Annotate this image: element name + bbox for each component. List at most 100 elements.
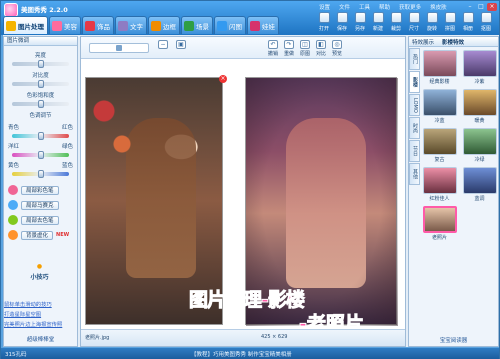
image-processing-icon — [6, 20, 16, 31]
save-button[interactable]: 保存 — [333, 12, 351, 34]
effect-blue-tone[interactable]: 蓝调 — [461, 167, 498, 202]
local-color-pen-button[interactable]: 局部彩色笔 — [8, 185, 73, 195]
effect-cool-blue[interactable]: 冷蓝 — [421, 89, 458, 124]
menu-help[interactable]: 帮助 — [379, 3, 390, 11]
tab-image-processing[interactable]: 图片处理 — [3, 16, 48, 34]
cutout-icon — [480, 12, 492, 23]
resize-button[interactable]: 尺寸 — [405, 12, 423, 34]
slider-knob[interactable] — [38, 80, 44, 88]
menu-skin[interactable]: 换皮肤 — [430, 3, 447, 11]
open-button[interactable]: 打开 — [315, 12, 333, 34]
tip-link[interactable]: 打造星际星空图 — [4, 310, 75, 318]
cyan-red-slider[interactable] — [12, 132, 69, 140]
close-window-icon[interactable]: × — [487, 3, 497, 11]
app-window: 美图秀秀 2.2.0 设置 文件 工具 帮助 获取更多 换皮肤 – □ × 图片… — [0, 0, 500, 359]
tips-title: ● 小技巧 — [4, 263, 75, 298]
tip-link[interactable]: 鼠标单击滑动的技巧 — [4, 300, 75, 308]
category-tab-studio[interactable]: 影楼 — [409, 71, 420, 93]
zoom-slider[interactable] — [89, 43, 149, 53]
slider-knob[interactable] — [38, 60, 44, 68]
left-footer-link[interactable]: 超级棒棒堂 — [3, 335, 78, 343]
slider-knob[interactable] — [38, 100, 44, 108]
menu-tools[interactable]: 工具 — [359, 3, 370, 11]
effect-pink-beauty[interactable]: 红粉佳人 — [421, 167, 458, 202]
close-compare-icon[interactable]: × — [219, 75, 227, 83]
studio-effects-tab[interactable]: 影楼特效 — [442, 38, 464, 46]
cyan-label: 青色 — [8, 125, 20, 131]
effect-classic-studio[interactable]: 经典影楼 — [421, 50, 458, 85]
slider-knob[interactable] — [38, 170, 44, 178]
saturation-slider[interactable] — [12, 100, 69, 108]
undo-button[interactable]: ↶ 撤销 — [265, 40, 281, 57]
effect-thumbnail — [422, 128, 457, 155]
collage-label: 拼图 — [444, 26, 455, 32]
category-tab-other[interactable]: 其他 — [409, 163, 420, 185]
new-button[interactable]: 新建 — [369, 12, 387, 34]
magenta-green-slider[interactable] — [12, 151, 69, 159]
tab-beauty[interactable]: 美容 — [49, 16, 81, 34]
cutout-button[interactable]: 抠图 — [477, 12, 495, 34]
preview-button[interactable]: ◎ 预览 — [329, 40, 345, 57]
zoom-out-button[interactable]: − — [155, 40, 171, 49]
right-footer-link[interactable]: 宝宝阅读器 — [409, 336, 498, 344]
yellow-blue-row: 黄色 蓝色 — [8, 161, 73, 169]
tab-accessories[interactable]: 饰品 — [82, 16, 114, 34]
original-button[interactable]: ◫ 原图 — [297, 40, 313, 57]
effects-showcase-tab[interactable]: 特效展示 — [412, 38, 434, 46]
slider-knob[interactable] — [38, 151, 44, 159]
tab-border[interactable]: 边框 — [148, 16, 180, 34]
rotate-button[interactable]: 旋转 — [423, 12, 441, 34]
effect-cool-green[interactable]: 冷绿 — [461, 128, 498, 163]
yellow-blue-slider[interactable] — [12, 170, 69, 178]
crop-button[interactable]: 裁剪 — [387, 12, 405, 34]
tab-scene[interactable]: 场景 — [181, 16, 213, 34]
brightness-label: 亮度 — [34, 53, 46, 59]
effect-cool-purple[interactable]: 冷紫 — [461, 50, 498, 85]
crop-label: 裁剪 — [390, 26, 401, 32]
effect-old-photo[interactable]: 老照片 — [421, 206, 458, 241]
effect-retro[interactable]: 复古 — [421, 128, 458, 163]
redo-button[interactable]: ↷ 重做 — [281, 40, 297, 57]
tab-doll[interactable]: 娃娃 — [247, 16, 279, 34]
zoom-knob[interactable] — [116, 45, 122, 51]
compare-button[interactable]: ◧ 对比 — [313, 40, 329, 57]
fit-icon: ▣ — [176, 40, 186, 49]
save-as-button[interactable]: 另存 — [351, 12, 369, 34]
zoom-out-icon: − — [158, 40, 168, 49]
maximize-icon[interactable]: □ — [476, 3, 486, 11]
category-tab-lomo[interactable]: LOMO — [409, 94, 420, 116]
tab-label: 场景 — [196, 22, 209, 31]
tab-flash[interactable]: 闪图 — [214, 16, 246, 34]
effect-warm-yellow[interactable]: 暖黄 — [461, 89, 498, 124]
category-tab-festival[interactable]: 节日 — [409, 140, 420, 162]
effect-label: 经典影楼 — [429, 79, 450, 85]
category-tab-fashion[interactable]: 时尚 — [409, 117, 420, 139]
tab-text[interactable]: 文字 — [115, 16, 147, 34]
menu-bar: 设置 文件 工具 帮助 获取更多 换皮肤 — [319, 3, 447, 11]
tip-link[interactable]: 完美照片边上海报宣传照 — [4, 320, 75, 328]
fit-button[interactable]: ▣ — [173, 40, 189, 49]
new-label: 新建 — [372, 26, 383, 32]
cyan-red-row: 青色 红色 — [8, 123, 73, 131]
menu-settings[interactable]: 设置 — [319, 3, 330, 11]
flash-icon — [217, 20, 227, 31]
album-button[interactable]: 相册 — [459, 12, 477, 34]
local-mosaic-button[interactable]: 局部马赛克 — [8, 200, 73, 210]
brightness-slider[interactable] — [12, 60, 69, 68]
local-desaturate-button[interactable]: 局部去色笔 — [8, 215, 73, 225]
preview-icon: ◎ — [332, 40, 342, 49]
menu-file[interactable]: 文件 — [339, 3, 350, 11]
contrast-slider[interactable] — [12, 80, 69, 88]
background-blur-label: 背景虚化 — [21, 230, 54, 240]
menu-more[interactable]: 获取更多 — [399, 3, 421, 11]
scene-icon — [184, 20, 194, 31]
category-tab-hot[interactable]: 热门 — [409, 48, 420, 70]
text-icon — [118, 20, 128, 31]
status-news-link[interactable]: 【教程】巧用美图秀秀 制作宝宝精美相册 — [191, 350, 292, 358]
minimize-icon[interactable]: – — [465, 3, 475, 11]
effect-thumbnail — [422, 167, 457, 194]
slider-knob[interactable] — [38, 132, 44, 140]
collage-button[interactable]: 拼图 — [441, 12, 459, 34]
background-blur-button[interactable]: 背景虚化 NEW — [8, 230, 73, 240]
resize-label: 尺寸 — [408, 26, 419, 32]
